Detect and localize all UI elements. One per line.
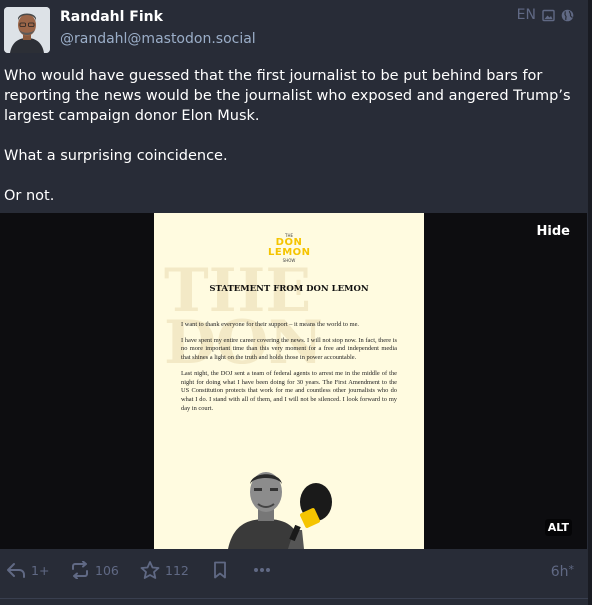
status-post: Randahl Fink @randahl@mastodon.social EN… bbox=[0, 0, 588, 605]
media-attachment[interactable]: THE DON THE DON LEMON SHOW STATEMENT FRO… bbox=[0, 213, 587, 549]
boost-count: 106 bbox=[95, 562, 119, 578]
don-lemon-photo bbox=[228, 472, 332, 549]
timestamp-text: 6h bbox=[550, 564, 569, 580]
statement-image[interactable]: THE DON THE DON LEMON SHOW STATEMENT FRO… bbox=[154, 213, 424, 549]
star-icon bbox=[140, 561, 160, 579]
boost-button[interactable]: 106 bbox=[70, 555, 119, 585]
post-meta: EN bbox=[517, 7, 574, 23]
author-name[interactable]: Randahl Fink bbox=[60, 9, 163, 25]
edited-marker: * bbox=[568, 563, 575, 576]
post-paragraph: Or not. bbox=[4, 188, 55, 204]
action-bar: 1+ 106 112 bbox=[0, 555, 588, 585]
post-paragraph: What a surprising coincidence. bbox=[4, 148, 228, 164]
reply-button[interactable]: 1+ bbox=[6, 555, 49, 585]
column-border bbox=[588, 0, 592, 605]
statement-paragraph: I want to thank everyone for their suppo… bbox=[181, 321, 360, 328]
alt-text-badge[interactable]: ALT bbox=[544, 519, 572, 536]
ellipsis-icon bbox=[254, 568, 270, 572]
statement-body: I want to thank everyone for their suppo… bbox=[181, 321, 397, 420]
avatar[interactable] bbox=[4, 7, 50, 53]
globe-icon bbox=[561, 9, 574, 22]
bookmark-icon bbox=[214, 561, 226, 579]
show-logo: THE DON LEMON SHOW bbox=[268, 233, 311, 263]
reply-count: 1+ bbox=[31, 562, 50, 578]
statement-headline: STATEMENT FROM DON LEMON bbox=[209, 284, 369, 294]
favourite-count: 112 bbox=[165, 562, 189, 578]
language-badge: EN bbox=[516, 7, 536, 23]
boost-icon bbox=[72, 561, 88, 579]
avatar-image bbox=[4, 7, 50, 53]
image-icon bbox=[542, 9, 555, 22]
statement-paragraph: I have spent my entire career covering t… bbox=[181, 336, 397, 362]
post-paragraph: Who would have guessed that the first jo… bbox=[4, 68, 571, 124]
more-button[interactable] bbox=[253, 555, 271, 585]
post-timestamp[interactable]: 6h* bbox=[551, 563, 574, 580]
divider bbox=[0, 598, 588, 599]
hide-media-button[interactable]: Hide bbox=[537, 224, 570, 239]
reply-icon bbox=[7, 563, 25, 578]
post-content: Who would have guessed that the first jo… bbox=[4, 66, 580, 226]
favourite-button[interactable]: 112 bbox=[140, 555, 189, 585]
bookmark-button[interactable] bbox=[212, 555, 228, 585]
author-handle[interactable]: @randahl@mastodon.social bbox=[60, 31, 256, 47]
statement-paragraph: Last night, the DOJ sent a team of feder… bbox=[181, 369, 397, 412]
